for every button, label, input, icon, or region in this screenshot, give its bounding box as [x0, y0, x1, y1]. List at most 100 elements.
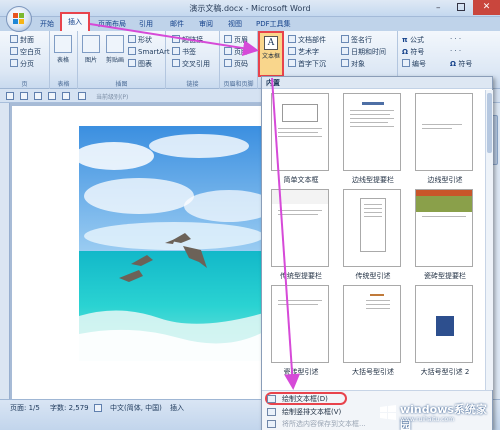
page-break-button[interactable]: 分页 [10, 59, 34, 69]
group-label-table: 表格 [57, 81, 70, 88]
object-icon [341, 59, 349, 67]
tab-references[interactable]: 引用 [139, 19, 153, 29]
windows-logo-icon [380, 405, 396, 420]
shapes-icon [128, 35, 136, 43]
cover-button[interactable]: 封面 [10, 35, 34, 45]
equation-button[interactable]: π 公式 [402, 35, 424, 45]
group-label-header-footer: 页眉和页脚 [223, 81, 254, 88]
table-icon [54, 35, 72, 53]
object-button[interactable]: 对象 [341, 59, 365, 69]
template-thumbnail [343, 285, 401, 363]
cross-reference-icon [172, 59, 180, 67]
footer-icon [224, 47, 232, 55]
tab-start[interactable]: 开始 [40, 19, 54, 29]
textbox-icon: A [264, 36, 278, 50]
group-label-links: 链接 [186, 81, 199, 88]
current-level-checkbox[interactable]: 当前级别(P) [96, 92, 128, 101]
save-icon[interactable] [6, 92, 14, 100]
datetime-button[interactable]: 日期和时间 [341, 47, 386, 57]
symbols-dots-2: · · · [450, 47, 462, 55]
tab-insert[interactable]: 插入 [60, 12, 90, 31]
tab-pdf-tools[interactable]: PDF工具集 [256, 19, 291, 29]
vertical-ruler [0, 103, 10, 399]
calendar-icon [341, 47, 349, 55]
symbol2-button[interactable]: Ω 符号 [450, 59, 472, 69]
template-label: 边线型引述 [427, 176, 463, 184]
status-language[interactable]: 中文(简体, 中国) [110, 403, 162, 413]
number-button[interactable]: 编号 [402, 59, 426, 69]
chart-button[interactable]: 图表 [128, 59, 152, 69]
checkbox-icon[interactable] [78, 92, 86, 100]
print-icon[interactable] [48, 92, 56, 100]
template-label: 大括号型引述 [352, 368, 394, 376]
draw-textbox-icon [267, 395, 276, 403]
template-thumbnail [271, 93, 329, 171]
template-thumbnail [271, 285, 329, 363]
status-page[interactable]: 页面: 1/5 [10, 403, 40, 413]
bookmark-button[interactable]: 书签 [172, 47, 196, 57]
group-table: 表格 表格 [50, 31, 78, 89]
tab-review[interactable]: 审阅 [199, 19, 213, 29]
page-number-icon [224, 59, 232, 67]
office-logo-icon [13, 13, 25, 25]
wordart-button[interactable]: 艺术字 [288, 47, 319, 57]
template-thumbnail [415, 189, 473, 267]
bookmark-icon [172, 47, 180, 55]
group-header-footer: 页眉 页脚 页码 页眉和页脚 [220, 31, 258, 89]
smartart-button[interactable]: SmartArt [128, 47, 170, 56]
footer-button[interactable]: 页脚 [224, 47, 248, 57]
watermark: windows系统家园 www.ruihaitu.com [378, 400, 496, 430]
minimize-button[interactable]: – [436, 3, 441, 13]
dropcap-button[interactable]: 首字下沉 [288, 59, 326, 69]
template-label: 边线型提要栏 [352, 176, 394, 184]
textbox-gallery: 内置 简单文本框 边线型提要栏 边线型引述 传统型提要栏 传统型引述 瓷砖型提要… [261, 76, 493, 430]
status-mode[interactable]: 插入 [170, 403, 184, 413]
gallery-scroll-thumb[interactable] [487, 93, 492, 153]
tab-view[interactable]: 视图 [228, 19, 242, 29]
group-illustrations: 图片 剪贴画 形状 SmartArt 图表 插图 [78, 31, 170, 89]
template-label: 大括号型引述 2 [420, 368, 470, 376]
template-label: 简单文本框 [283, 176, 319, 184]
office-button[interactable] [6, 6, 32, 32]
clipart-button[interactable]: 剪贴画 [106, 35, 124, 64]
textbox-button[interactable]: A 文本框 [258, 31, 284, 77]
hyperlink-icon [172, 35, 180, 43]
signature-icon [341, 35, 349, 43]
maximize-button[interactable] [457, 3, 465, 11]
header-button[interactable]: 页眉 [224, 35, 248, 45]
clipart-icon [106, 35, 124, 53]
brush-icon[interactable] [62, 92, 70, 100]
proofing-icon[interactable] [94, 404, 102, 412]
blank-page-button[interactable]: 空白页 [10, 47, 41, 57]
tab-mailings[interactable]: 邮件 [170, 19, 184, 29]
redo-icon[interactable] [34, 92, 42, 100]
quick-parts-button[interactable]: 文档部件 [288, 35, 326, 45]
template-thumbnail [415, 285, 473, 363]
template-thumbnail [343, 189, 401, 267]
picture-button[interactable]: 图片 [82, 35, 100, 64]
cross-reference-button[interactable]: 交叉引用 [172, 59, 210, 69]
table-button[interactable]: 表格 [54, 35, 72, 64]
blank-page-icon [10, 47, 18, 55]
template-thumbnail [343, 93, 401, 171]
tab-page-layout[interactable]: 页面布局 [98, 19, 126, 29]
template-label: 瓷砖型提要栏 [424, 272, 466, 280]
group-links: 超链接 书签 交叉引用 链接 [166, 31, 220, 89]
hyperlink-button[interactable]: 超链接 [172, 35, 203, 45]
page-number-button[interactable]: 页码 [224, 59, 248, 69]
number-icon [402, 59, 410, 67]
gallery-header: 内置 [262, 77, 492, 89]
watermark-subtitle: www.ruihaitu.com [400, 416, 455, 423]
undo-icon[interactable] [20, 92, 28, 100]
symbol-button[interactable]: Ω 符号 [402, 47, 424, 57]
page-break-icon [10, 59, 18, 67]
close-button[interactable]: ✕ [473, 0, 500, 15]
status-words[interactable]: 字数: 2,579 [50, 403, 89, 413]
gallery-scrollbar[interactable] [485, 90, 493, 390]
signature-line-button[interactable]: 签名行 [341, 35, 372, 45]
shapes-button[interactable]: 形状 [128, 35, 152, 45]
beach-pelicans-image[interactable] [79, 126, 267, 361]
pi-icon: π [402, 36, 410, 44]
draw-vertical-textbox-icon [267, 408, 276, 416]
chart-icon [128, 59, 136, 67]
